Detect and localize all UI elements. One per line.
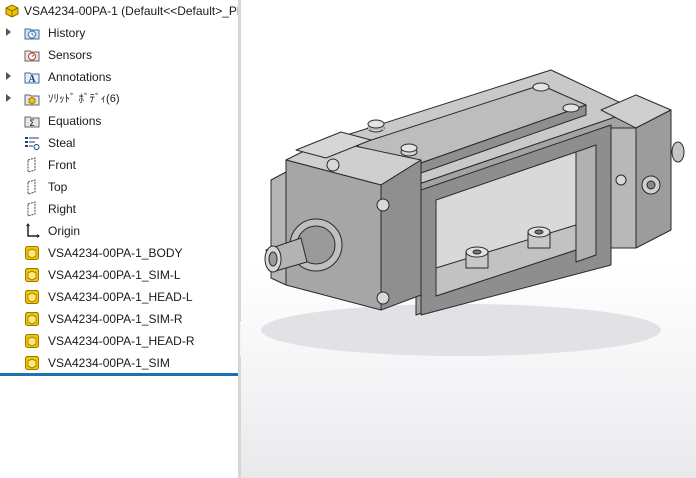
tree-item-front-plane[interactable]: Front	[0, 154, 238, 176]
equations-icon: Σ	[24, 116, 40, 129]
tree-item-label: Front	[48, 158, 77, 172]
tree-item-history[interactable]: History	[0, 22, 238, 44]
plane-icon	[27, 157, 36, 173]
tree-item-label: VSA4234-00PA-1_BODY	[48, 246, 183, 260]
sensors-icon	[24, 50, 40, 62]
graphics-area[interactable]	[241, 0, 696, 478]
part-icon	[25, 268, 39, 282]
material-icon	[25, 137, 40, 150]
tree-item-sensors[interactable]: Sensors	[0, 44, 238, 66]
feature-manager-tree: VSA4234-00PA-1 (Default<<Default>_Ph His…	[0, 0, 238, 478]
part-icon	[25, 290, 39, 304]
annotations-icon: A	[24, 72, 40, 85]
part-icon	[25, 334, 39, 348]
tree-item-origin[interactable]: Origin	[0, 220, 238, 242]
tree-root-label: VSA4234-00PA-1 (Default<<Default>_Ph	[24, 4, 238, 18]
expand-arrow-icon[interactable]	[6, 94, 11, 102]
tree-item-material[interactable]: Steal	[0, 132, 238, 154]
svg-text:A: A	[28, 74, 36, 85]
part-icon	[25, 312, 39, 326]
tree-item-annotations[interactable]: A Annotations	[0, 66, 238, 88]
tree-item-label: VSA4234-00PA-1_HEAD-L	[48, 290, 193, 304]
origin-icon	[26, 223, 40, 238]
plane-icon	[27, 201, 36, 217]
solid-bodies-icon	[24, 94, 40, 106]
expand-arrow-icon[interactable]	[6, 72, 11, 80]
tree-item-part-head-l[interactable]: VSA4234-00PA-1_HEAD-L	[0, 286, 238, 308]
tree-item-right-plane[interactable]: Right	[0, 198, 238, 220]
tree-item-label: Annotations	[48, 70, 112, 84]
tree-item-equations[interactable]: Σ Equations	[0, 110, 238, 132]
tree-item-label: Steal	[48, 136, 76, 150]
tree-item-label: VSA4234-00PA-1_SIM	[48, 356, 170, 370]
svg-text:Σ: Σ	[29, 119, 35, 129]
model-3d-view[interactable]	[241, 0, 696, 478]
part-icon	[25, 356, 39, 370]
tree-item-label: VSA4234-00PA-1_SIM-L	[48, 268, 181, 282]
tree-item-label: VSA4234-00PA-1_HEAD-R	[48, 334, 195, 348]
tree-item-label: VSA4234-00PA-1_SIM-R	[48, 312, 183, 326]
tree-item-part-body[interactable]: VSA4234-00PA-1_BODY	[0, 242, 238, 264]
rollback-bar[interactable]	[0, 373, 238, 376]
tree-item-label: Equations	[48, 114, 102, 128]
tree-item-part-sim-l[interactable]: VSA4234-00PA-1_SIM-L	[0, 264, 238, 286]
tree-item-part-head-r[interactable]: VSA4234-00PA-1_HEAD-R	[0, 330, 238, 352]
tree-item-label: ｿﾘｯﾄﾞ ﾎﾞﾃﾞｨ(6)	[48, 93, 120, 105]
part-icon	[25, 246, 39, 260]
tree-item-label: Right	[48, 202, 77, 216]
tree-item-label: Origin	[48, 224, 81, 238]
tree-item-label: History	[48, 26, 86, 40]
history-icon	[24, 28, 40, 40]
tree-item-solid-bodies[interactable]: ｿﾘｯﾄﾞ ﾎﾞﾃﾞｨ(6)	[0, 88, 238, 110]
tree-item-part-sim[interactable]: VSA4234-00PA-1_SIM	[0, 352, 238, 374]
expand-arrow-icon[interactable]	[6, 28, 11, 36]
plane-icon	[27, 179, 36, 195]
part-root-icon	[5, 4, 19, 18]
tree-item-part-sim-r[interactable]: VSA4234-00PA-1_SIM-R	[0, 308, 238, 330]
tree-item-top-plane[interactable]: Top	[0, 176, 238, 198]
tree-root-part[interactable]: VSA4234-00PA-1 (Default<<Default>_Ph	[0, 0, 238, 22]
tree-item-label: Top	[48, 180, 68, 194]
tree-item-label: Sensors	[48, 48, 93, 62]
